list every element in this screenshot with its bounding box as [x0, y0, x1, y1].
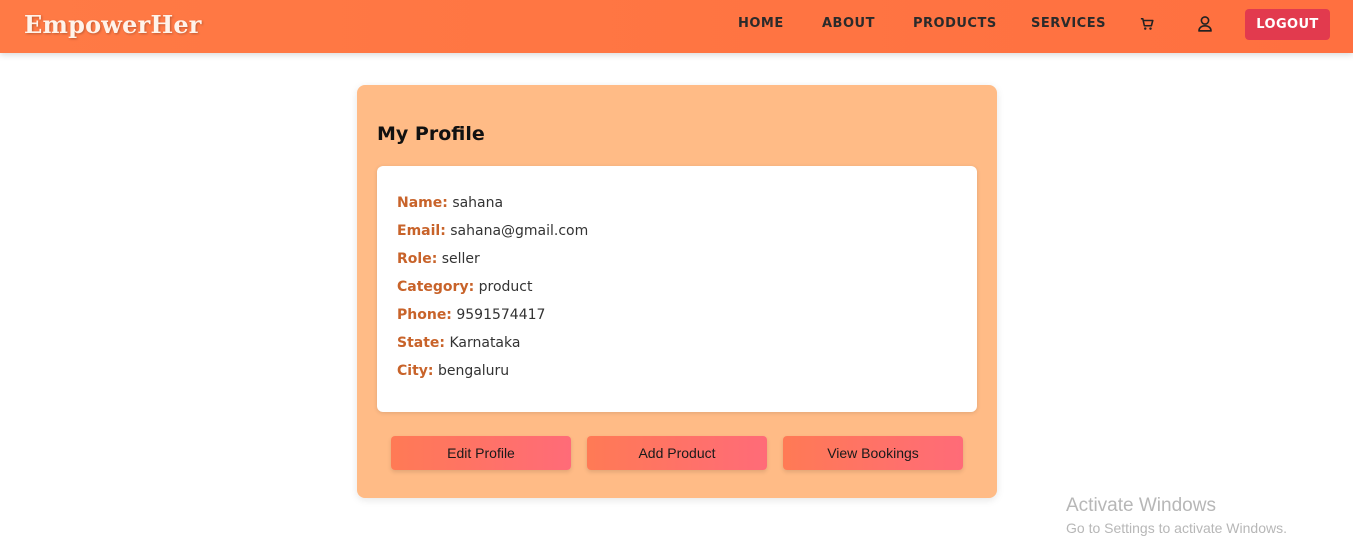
field-label: City: [397, 363, 434, 379]
field-email: Email: sahana@gmail.com [397, 223, 588, 239]
add-product-button[interactable]: Add Product [587, 436, 767, 470]
field-phone: Phone: 9591574417 [397, 307, 545, 323]
field-value: Karnataka [449, 335, 521, 351]
nav-link-home[interactable]: HOME [738, 16, 784, 31]
field-role: Role: seller [397, 251, 480, 267]
field-category: Category: product [397, 279, 533, 295]
field-state: State: Karnataka [397, 335, 520, 351]
top-navbar: EmpowerHer HOME ABOUT PRODUCTS SERVICES … [0, 0, 1353, 53]
nav-link-products[interactable]: PRODUCTS [913, 16, 997, 31]
field-label: Category: [397, 279, 475, 295]
page-title: My Profile [377, 123, 485, 145]
field-label: Phone: [397, 307, 452, 323]
activate-windows-watermark-subtitle: Go to Settings to activate Windows. [1066, 520, 1287, 536]
view-bookings-button[interactable]: View Bookings [783, 436, 963, 470]
field-value: product [478, 279, 533, 295]
profile-info-box: Name: sahana Email: sahana@gmail.com Rol… [377, 166, 977, 412]
cart-icon[interactable] [1140, 16, 1156, 32]
nav-link-services[interactable]: SERVICES [1031, 16, 1106, 31]
nav-link-about[interactable]: ABOUT [822, 16, 875, 31]
field-value: seller [441, 251, 480, 267]
profile-card: My Profile Name: sahana Email: sahana@gm… [357, 85, 997, 498]
field-label: State: [397, 335, 446, 351]
activate-windows-watermark-title: Activate Windows [1066, 495, 1216, 516]
field-value: sahana@gmail.com [450, 223, 589, 239]
field-name: Name: sahana [397, 195, 503, 211]
field-value: 9591574417 [456, 307, 546, 323]
user-icon[interactable] [1197, 15, 1213, 32]
field-value: sahana [452, 195, 504, 211]
logout-button[interactable]: LOGOUT [1245, 9, 1330, 40]
field-label: Email: [397, 223, 446, 239]
field-label: Role: [397, 251, 438, 267]
edit-profile-button[interactable]: Edit Profile [391, 436, 571, 470]
brand-logo[interactable]: EmpowerHer [24, 10, 202, 39]
field-city: City: bengaluru [397, 363, 509, 379]
field-value: bengaluru [437, 363, 510, 379]
field-label: Name: [397, 195, 448, 211]
